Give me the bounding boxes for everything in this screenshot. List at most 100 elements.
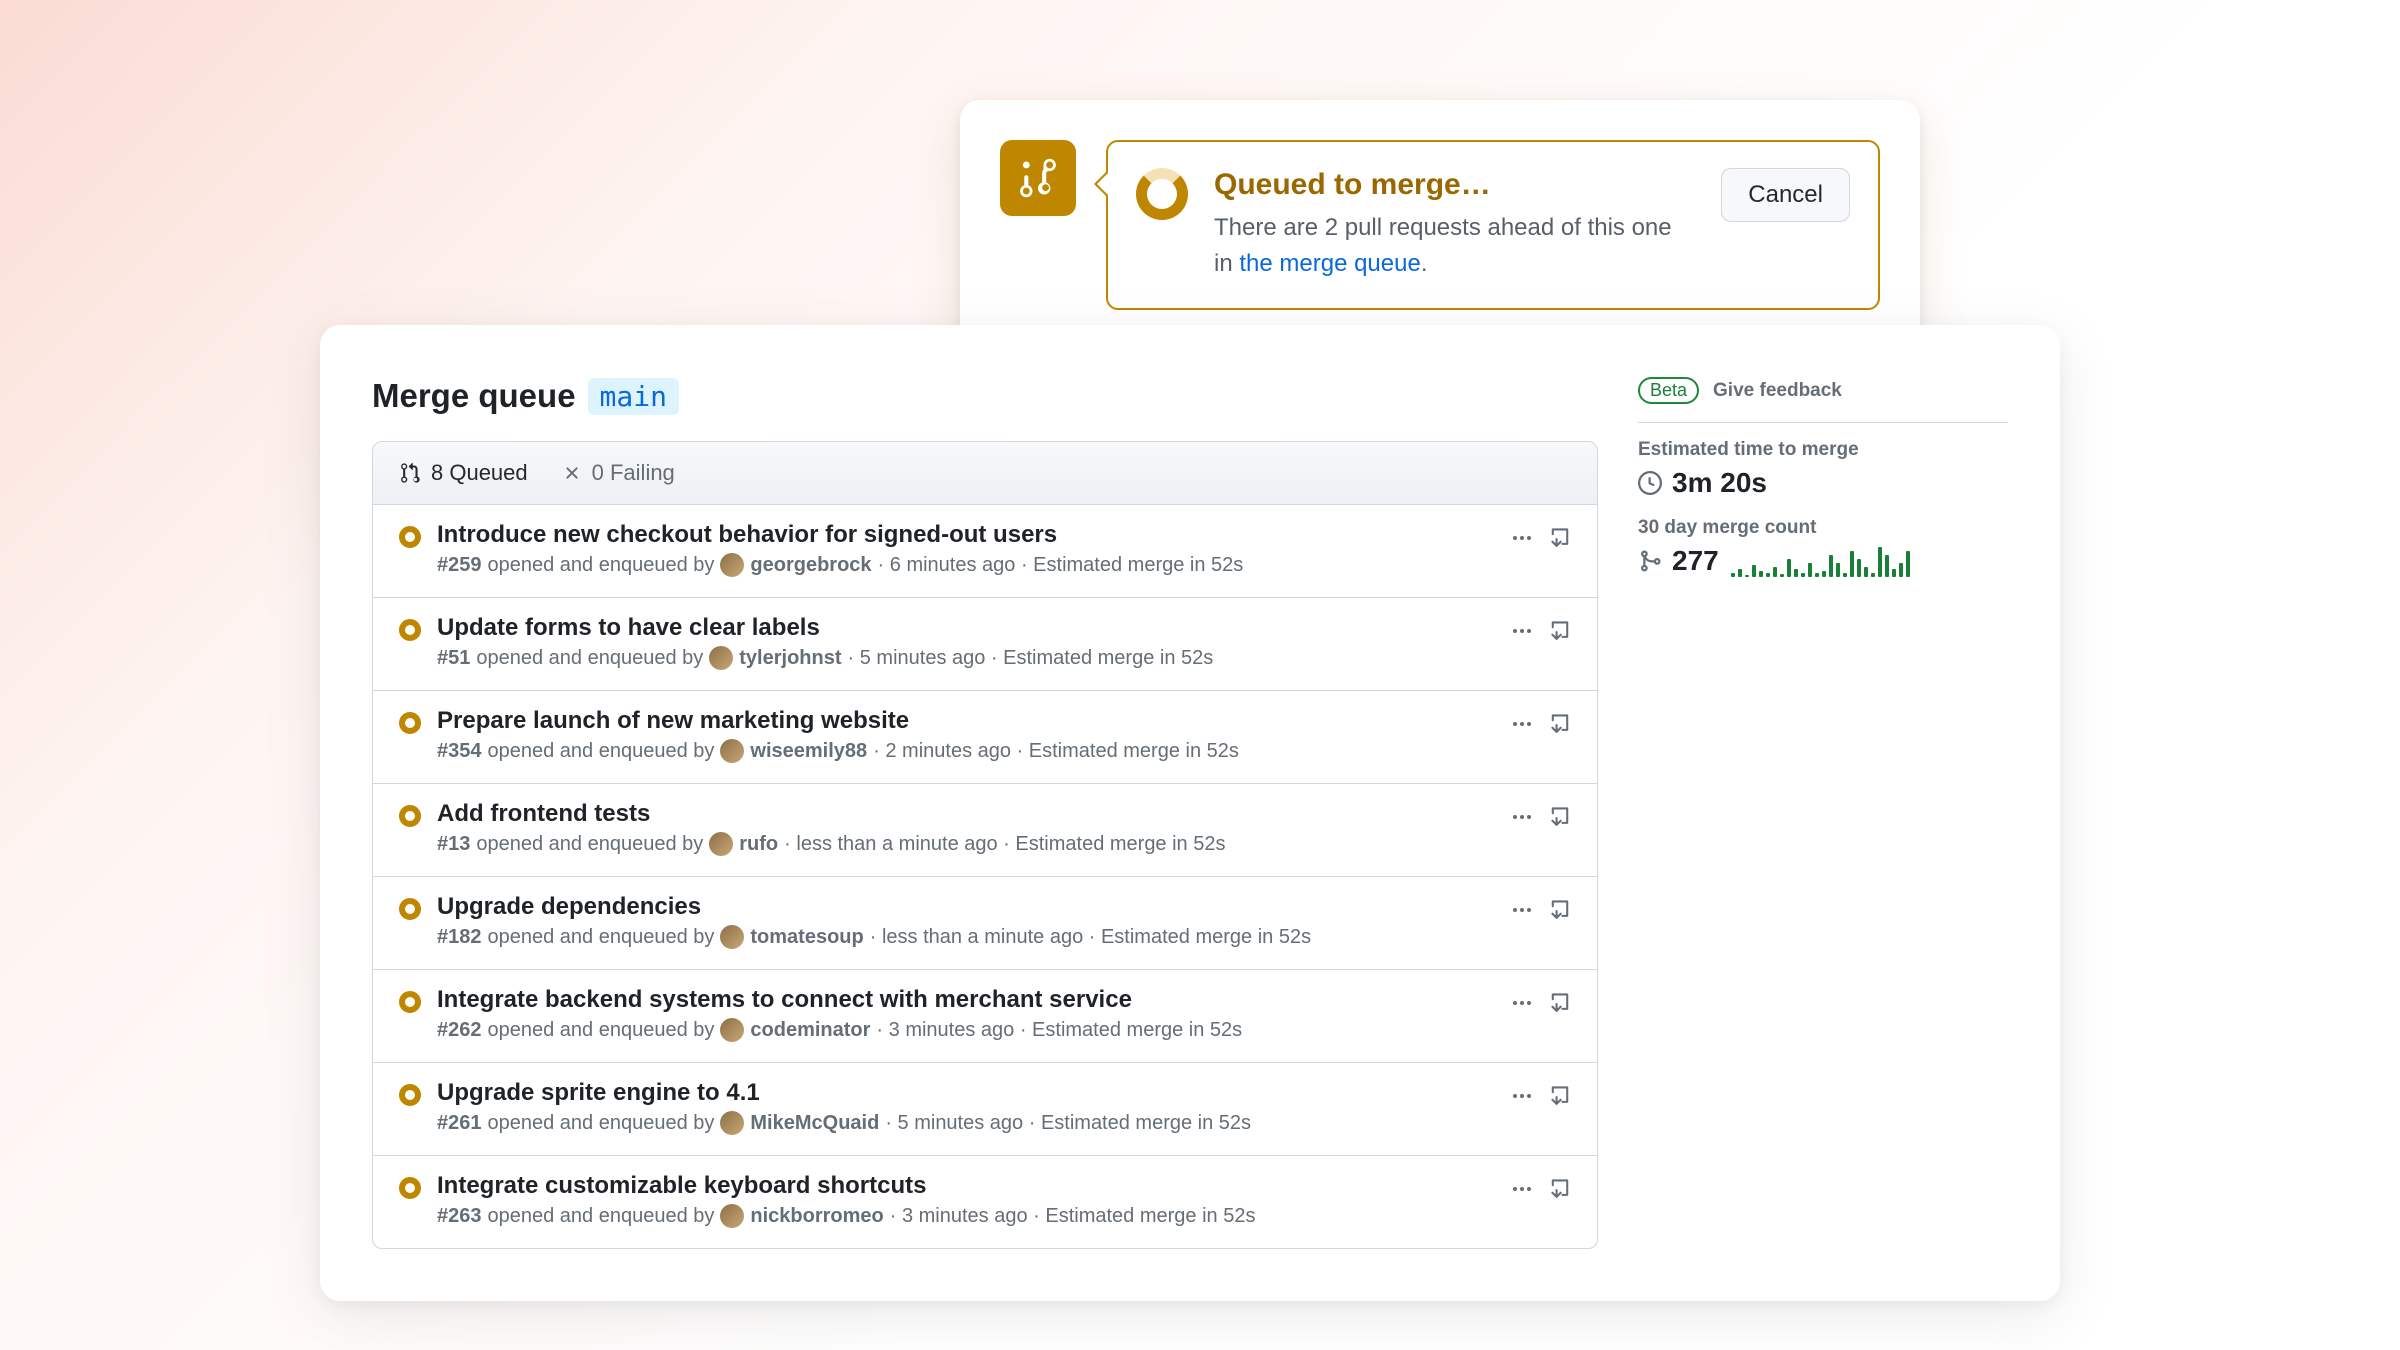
move-to-bottom-icon[interactable] (1549, 620, 1571, 642)
status-pending-icon (399, 526, 421, 548)
branch-label[interactable]: main (588, 378, 679, 415)
pr-author[interactable]: codeminator (750, 1019, 870, 1042)
row-content: Introduce new checkout behavior for sign… (437, 521, 1497, 577)
sparkline-chart (1731, 545, 1910, 577)
status-pending-icon (399, 805, 421, 827)
failing-stat[interactable]: 0 Failing (562, 460, 675, 486)
queue-row[interactable]: Add frontend tests #13 opened and enqueu… (373, 784, 1597, 877)
pr-number[interactable]: #13 (437, 833, 470, 856)
row-actions (1513, 620, 1571, 642)
move-to-bottom-icon[interactable] (1549, 992, 1571, 1014)
pr-title[interactable]: Upgrade dependencies (437, 893, 1497, 921)
move-to-bottom-icon[interactable] (1549, 899, 1571, 921)
queue-row[interactable]: Update forms to have clear labels #51 op… (373, 598, 1597, 691)
avatar[interactable] (709, 832, 733, 856)
merge-queue-callout: Queued to merge… There are 2 pull reques… (960, 100, 1920, 350)
pr-author[interactable]: nickborromeo (750, 1205, 883, 1228)
sidebar: Beta Give feedback Estimated time to mer… (1638, 377, 2008, 1249)
row-actions (1513, 713, 1571, 735)
pr-meta: #354 opened and enqueued by wiseemily88 … (437, 739, 1497, 763)
row-actions (1513, 1085, 1571, 1107)
status-pending-icon (399, 898, 421, 920)
move-to-bottom-icon[interactable] (1549, 806, 1571, 828)
queue-row[interactable]: Prepare launch of new marketing website … (373, 691, 1597, 784)
pr-title[interactable]: Upgrade sprite engine to 4.1 (437, 1079, 1497, 1107)
move-to-bottom-icon[interactable] (1549, 1085, 1571, 1107)
cancel-button[interactable]: Cancel (1721, 168, 1850, 222)
merge-branch-icon-box (1000, 140, 1076, 216)
queue-row[interactable]: Introduce new checkout behavior for sign… (373, 505, 1597, 598)
kebab-menu-button[interactable] (1513, 1187, 1531, 1191)
pr-number[interactable]: #51 (437, 647, 470, 670)
queue-list-header: 8 Queued 0 Failing (373, 442, 1597, 505)
pr-title[interactable]: Add frontend tests (437, 800, 1497, 828)
pr-number[interactable]: #262 (437, 1019, 482, 1042)
queue-row[interactable]: Upgrade dependencies #182 opened and enq… (373, 877, 1597, 970)
row-content: Integrate customizable keyboard shortcut… (437, 1172, 1497, 1228)
avatar[interactable] (720, 1111, 744, 1135)
pr-author[interactable]: tomatesoup (750, 926, 863, 949)
merge-queue-panel: Merge queue main 8 Queued 0 Failing (320, 325, 2060, 1301)
move-to-bottom-icon[interactable] (1549, 527, 1571, 549)
kebab-menu-button[interactable] (1513, 536, 1531, 540)
pr-title[interactable]: Integrate backend systems to connect wit… (437, 986, 1497, 1014)
pr-meta: #261 opened and enqueued by MikeMcQuaid … (437, 1111, 1497, 1135)
pr-meta: #13 opened and enqueued by rufo · less t… (437, 832, 1497, 856)
move-to-bottom-icon[interactable] (1549, 713, 1571, 735)
pr-author[interactable]: tylerjohnst (739, 647, 841, 670)
row-actions (1513, 899, 1571, 921)
avatar[interactable] (720, 553, 744, 577)
kebab-menu-button[interactable] (1513, 815, 1531, 819)
pr-number[interactable]: #259 (437, 554, 482, 577)
row-actions (1513, 992, 1571, 1014)
queue-row[interactable]: Integrate customizable keyboard shortcut… (373, 1156, 1597, 1248)
pr-author[interactable]: MikeMcQuaid (750, 1112, 879, 1135)
kebab-menu-button[interactable] (1513, 629, 1531, 633)
row-actions (1513, 527, 1571, 549)
pr-author[interactable]: wiseemily88 (750, 740, 867, 763)
merge-count-value: 277 (1638, 545, 1719, 577)
pr-number[interactable]: #263 (437, 1205, 482, 1228)
kebab-menu-button[interactable] (1513, 722, 1531, 726)
queue-list: 8 Queued 0 Failing Introduce new checkou… (372, 441, 1598, 1249)
pr-title[interactable]: Introduce new checkout behavior for sign… (437, 521, 1497, 549)
pr-title[interactable]: Update forms to have clear labels (437, 614, 1497, 642)
pr-author[interactable]: georgebrock (750, 554, 871, 577)
avatar[interactable] (720, 1018, 744, 1042)
merge-queue-link[interactable]: the merge queue (1239, 250, 1420, 277)
kebab-menu-button[interactable] (1513, 1094, 1531, 1098)
time-to-merge-label: Estimated time to merge (1638, 439, 2008, 461)
clock-icon (1638, 471, 1662, 495)
merge-count-row: 277 (1638, 545, 2008, 577)
callout-text: Queued to merge… There are 2 pull reques… (1214, 168, 1695, 282)
pr-number[interactable]: #354 (437, 740, 482, 763)
give-feedback-link[interactable]: Give feedback (1713, 380, 1842, 402)
queue-row[interactable]: Integrate backend systems to connect wit… (373, 970, 1597, 1063)
row-actions (1513, 1178, 1571, 1200)
pr-meta: #263opened and enqueued by nickborromeo … (437, 1204, 1497, 1228)
queue-row[interactable]: Upgrade sprite engine to 4.1 #261 opened… (373, 1063, 1597, 1156)
main-column: Merge queue main 8 Queued 0 Failing (372, 377, 1598, 1249)
callout-title: Queued to merge… (1214, 168, 1695, 202)
status-pending-icon (399, 1084, 421, 1106)
beta-badge: Beta (1638, 377, 1699, 404)
row-content: Integrate backend systems to connect wit… (437, 986, 1497, 1042)
avatar[interactable] (720, 739, 744, 763)
avatar[interactable] (709, 646, 733, 670)
time-to-merge-value: 3m 20s (1638, 467, 2008, 499)
row-content: Prepare launch of new marketing website … (437, 707, 1497, 763)
avatar[interactable] (720, 1204, 744, 1228)
pull-request-icon (399, 462, 421, 484)
kebab-menu-button[interactable] (1513, 908, 1531, 912)
pr-number[interactable]: #182 (437, 926, 482, 949)
pr-title[interactable]: Integrate customizable keyboard shortcut… (437, 1172, 1497, 1200)
queued-stat[interactable]: 8 Queued (399, 460, 528, 486)
status-pending-icon (399, 991, 421, 1013)
pr-author[interactable]: rufo (739, 833, 778, 856)
pr-title[interactable]: Prepare launch of new marketing website (437, 707, 1497, 735)
avatar[interactable] (720, 925, 744, 949)
pr-number[interactable]: #261 (437, 1112, 482, 1135)
kebab-menu-button[interactable] (1513, 1001, 1531, 1005)
pr-meta: #182 opened and enqueued by tomatesoup ·… (437, 925, 1497, 949)
move-to-bottom-icon[interactable] (1549, 1178, 1571, 1200)
